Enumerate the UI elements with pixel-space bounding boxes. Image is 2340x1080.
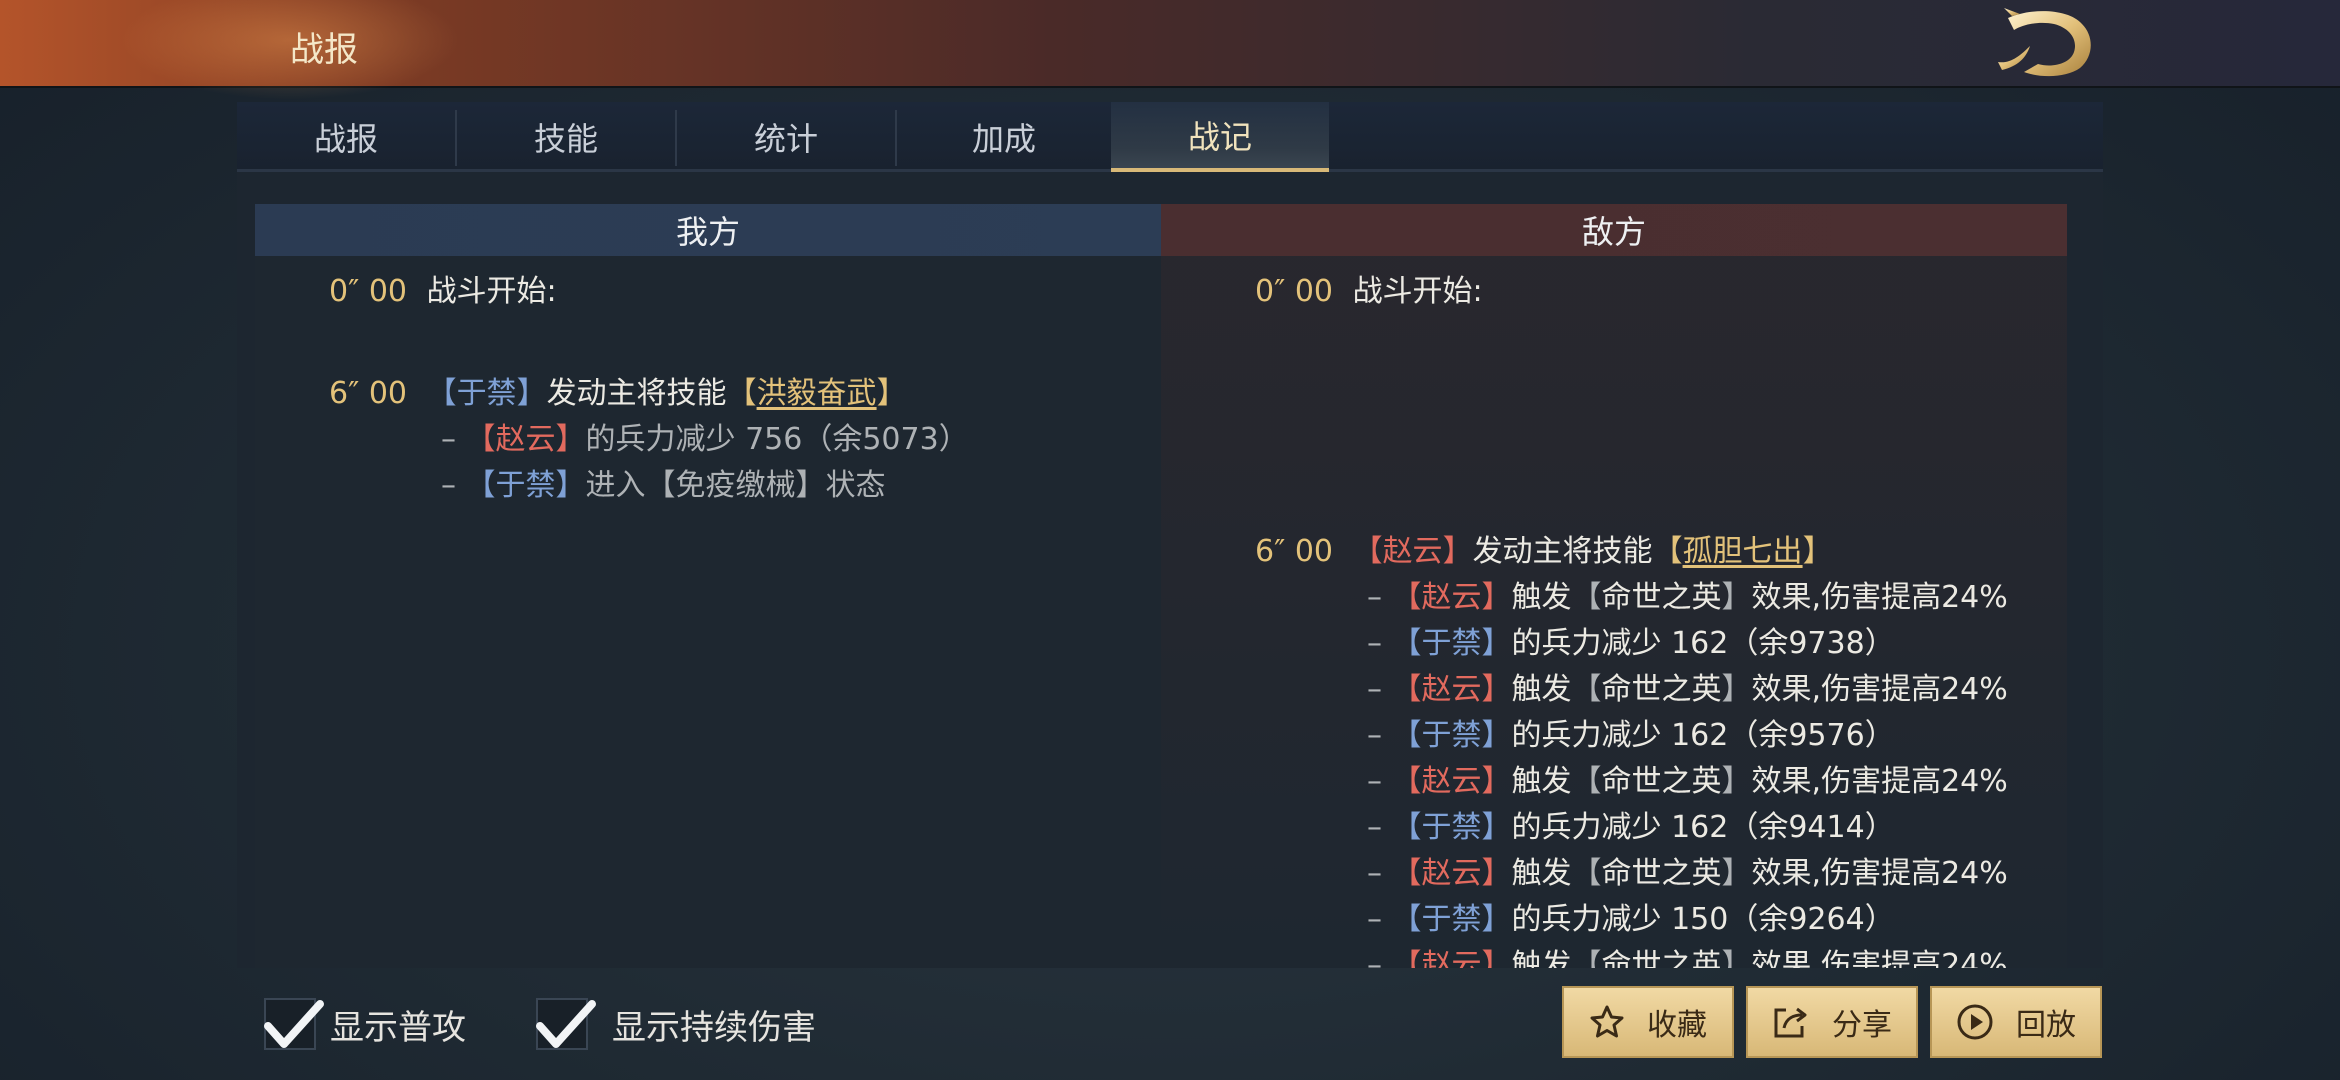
replay-button[interactable]: 回放: [1930, 986, 2102, 1058]
log-subentry: – 【赵云】触发【命世之英】效果,伤害提高24%: [1367, 946, 2008, 968]
log-subentry: – 【于禁】的兵力减少 162（余9414）: [1367, 810, 1895, 845]
log-subentry: – 【于禁】进入【免疫缴械】状态: [441, 468, 886, 503]
checkbox[interactable]: [264, 998, 324, 1050]
share-label: 分享: [1832, 1008, 1892, 1043]
general-name: 于禁: [1421, 626, 1482, 661]
log-entry: 6″ 00 【于禁】发动主将技能【洪毅奋武】: [329, 376, 907, 411]
log-text: 的兵力减少 150（余9264）: [1511, 902, 1895, 937]
our-side-header: 我方: [255, 204, 1161, 256]
log-text: 触发: [1511, 856, 1572, 891]
play-circle-icon: [1956, 1003, 1994, 1041]
general-name: 赵云: [1421, 948, 1482, 968]
log-text: 的兵力减少 162（余9576）: [1511, 718, 1895, 753]
log-text: 战斗开始:: [426, 274, 557, 309]
general-name: 赵云: [1421, 672, 1482, 707]
replay-label: 回放: [2016, 1008, 2076, 1043]
log-text: 效果,伤害提高24%: [1751, 580, 2008, 615]
general-name: 赵云: [495, 422, 556, 457]
skill-link[interactable]: 洪毅奋武: [757, 376, 877, 411]
tab-report[interactable]: 战报: [237, 102, 455, 172]
share-icon: [1772, 1004, 1810, 1040]
log-entry: 0″ 00 战斗开始:: [1255, 272, 1483, 312]
general-name: 于禁: [1421, 810, 1482, 845]
log-text: 效果,伤害提高24%: [1751, 764, 2008, 799]
general-name: 赵云: [1421, 856, 1482, 891]
log-subentry: – 【赵云】触发【命世之英】效果,伤害提高24%: [1367, 580, 2008, 615]
log-subentry: – 【赵云】触发【命世之英】效果,伤害提高24%: [1367, 672, 2008, 707]
log-text: 触发: [1511, 580, 1572, 615]
share-button[interactable]: 分享: [1746, 986, 1918, 1058]
log-subentry: – 【赵云】的兵力减少 756（余5073）: [441, 422, 969, 457]
log-subentry: – 【于禁】的兵力减少 162（余9576）: [1367, 718, 1895, 753]
log-text: 效果,伤害提高24%: [1751, 948, 2008, 968]
show-normal-attack-toggle[interactable]: 显示普攻: [264, 996, 466, 1052]
log-time: 6″ 00: [329, 376, 408, 411]
status-name: 免疫缴械: [675, 468, 796, 503]
effect-name: 命世之英: [1601, 764, 1722, 799]
checkbox-label: 显示普攻: [330, 1007, 466, 1048]
tab-bar: 战报 技能 统计 加成 战记: [237, 102, 2103, 172]
log-entry: 6″ 00 【赵云】发动主将技能【孤胆七出】: [1255, 534, 1833, 569]
log-time: 6″ 00: [1255, 534, 1334, 569]
top-header: 战报: [0, 0, 2340, 100]
log-time: 0″ 00: [1255, 274, 1334, 309]
checkbox-label: 显示持续伤害: [612, 1007, 816, 1048]
log-subentry: – 【于禁】的兵力减少 150（余9264）: [1367, 902, 1895, 937]
tab-stats[interactable]: 统计: [677, 102, 895, 172]
log-subentry: – 【赵云】触发【命世之英】效果,伤害提高24%: [1367, 856, 2008, 891]
log-text: 触发: [1511, 948, 1572, 968]
checkmark-icon: [264, 1000, 324, 1048]
log-text: 状态: [825, 468, 886, 503]
tab-battle-log[interactable]: 战记: [1111, 102, 1329, 172]
general-name: 赵云: [1421, 764, 1482, 799]
log-text: 效果,伤害提高24%: [1751, 672, 2008, 707]
log-text: 触发: [1511, 672, 1572, 707]
show-dot-toggle[interactable]: 显示持续伤害: [536, 996, 816, 1052]
log-entry: 0″ 00 战斗开始:: [329, 272, 557, 312]
tab-bonus[interactable]: 加成: [895, 102, 1113, 172]
enemy-side-header: 敌方: [1161, 204, 2067, 256]
log-subentry: – 【赵云】触发【命世之英】效果,伤害提高24%: [1367, 764, 2008, 799]
log-text: 的兵力减少 162（余9414）: [1511, 810, 1895, 845]
general-name: 赵云: [1421, 580, 1482, 615]
log-text: 效果,伤害提高24%: [1751, 856, 2008, 891]
general-name: 于禁: [1421, 902, 1482, 937]
favorite-button[interactable]: 收藏: [1562, 986, 1734, 1058]
general-name: 赵云: [1382, 534, 1443, 569]
log-subentry: – 【于禁】的兵力减少 162（余9738）: [1367, 626, 1895, 661]
effect-name: 命世之英: [1601, 672, 1722, 707]
log-text: 的兵力减少 756（余5073）: [585, 422, 969, 457]
star-icon: [1589, 1004, 1625, 1040]
tab-skills[interactable]: 技能: [457, 102, 675, 172]
log-text: 发动主将技能: [546, 376, 727, 411]
log-time: 0″ 00: [329, 274, 408, 309]
effect-name: 命世之英: [1601, 856, 1722, 891]
general-name: 于禁: [495, 468, 556, 503]
general-name: 于禁: [1421, 718, 1482, 753]
log-text: 触发: [1511, 764, 1572, 799]
log-text: 的兵力减少 162（余9738）: [1511, 626, 1895, 661]
log-text: 发动主将技能: [1472, 534, 1653, 569]
battle-report-panel: 战报 技能 统计 加成 战记 我方 敌方 0″ 00 战斗开始: 6″ 00 【…: [237, 102, 2103, 968]
effect-name: 命世之英: [1601, 580, 1722, 615]
effect-name: 命世之英: [1601, 948, 1722, 968]
favorite-label: 收藏: [1647, 1008, 1707, 1043]
battle-log-content[interactable]: 我方 敌方 0″ 00 战斗开始: 6″ 00 【于禁】发动主将技能【洪毅奋武】…: [255, 204, 2067, 968]
page-title: 战报: [290, 30, 358, 70]
checkmark-icon: [536, 1000, 596, 1048]
log-text: 进入: [585, 468, 646, 503]
general-name: 于禁: [456, 376, 517, 411]
dragon-logo-icon: [1998, 8, 2091, 77]
skill-link[interactable]: 孤胆七出: [1683, 534, 1803, 569]
checkbox[interactable]: [536, 998, 596, 1050]
log-text: 战斗开始:: [1352, 274, 1483, 309]
